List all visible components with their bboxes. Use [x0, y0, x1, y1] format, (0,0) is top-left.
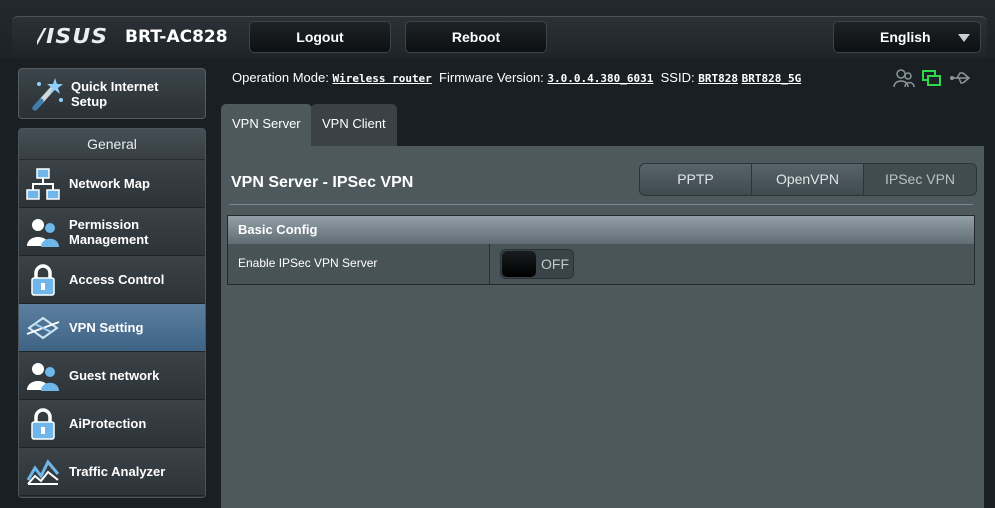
lock-icon — [31, 407, 55, 440]
table-row: Enable IPSec VPN Server OFF — [228, 244, 974, 284]
sidebar-item-access-control[interactable]: Access Control — [19, 256, 205, 304]
ssid-label: SSID: — [660, 70, 695, 85]
enable-ipsec-label: Enable IPSec VPN Server — [228, 244, 490, 284]
brand-logo: /ISUS — [34, 24, 116, 48]
basic-config-table: Basic Config Enable IPSec VPN Server OFF — [227, 215, 975, 285]
protocol-selector: PPTP OpenVPN IPSec VPN — [639, 163, 977, 196]
status-bar: Operation Mode: Wireless router Firmware… — [232, 70, 801, 85]
sidebar-item-label: AiProtection — [69, 416, 147, 431]
page-title: VPN Server - IPSec VPN — [231, 174, 414, 191]
logout-button[interactable]: Logout — [249, 21, 391, 53]
router-model: BRT-AC828 — [125, 27, 228, 47]
users-icon — [27, 218, 59, 247]
clients-icon[interactable] — [893, 68, 915, 88]
section-header: Basic Config — [228, 216, 974, 244]
content-panel: VPN Server - IPSec VPN PPTP OpenVPN IPSe… — [221, 146, 984, 508]
magic-wand-icon — [32, 77, 63, 110]
sidebar-item-network-map[interactable]: Network Map — [19, 160, 205, 208]
sidebar-item-label: Access Control — [69, 272, 165, 287]
traffic-analyzer-icon — [26, 458, 60, 485]
sidebar-item-permission-management[interactable]: Permission Management — [19, 208, 205, 256]
enable-ipsec-cell: OFF — [490, 244, 974, 284]
ssid-link-2[interactable]: BRT828_5G — [742, 72, 802, 85]
toggle-knob — [502, 251, 536, 277]
network-map-icon — [26, 167, 60, 200]
usb-icon[interactable] — [949, 68, 971, 88]
language-select[interactable]: English — [833, 21, 981, 53]
ipsec-vpn-tab[interactable]: IPSec VPN — [864, 164, 976, 195]
tab-vpn-client[interactable]: VPN Client — [311, 104, 397, 146]
firmware-link[interactable]: 3.0.0.4.380_6031 — [547, 72, 653, 85]
sidebar-item-traffic-analyzer[interactable]: Traffic Analyzer — [19, 448, 205, 496]
sidebar-item-label: Guest network — [69, 368, 160, 383]
enable-ipsec-toggle[interactable]: OFF — [500, 249, 574, 279]
lock-icon — [31, 263, 55, 296]
internet-status-icon[interactable] — [921, 68, 943, 88]
guest-network-icon — [27, 362, 59, 391]
title-divider — [229, 204, 973, 205]
sidebar-item-vpn-setting[interactable]: VPN Setting — [19, 304, 205, 352]
operation-mode-label: Operation Mode: — [232, 70, 329, 85]
chevron-down-icon — [958, 34, 970, 42]
openvpn-tab[interactable]: OpenVPN — [752, 164, 864, 195]
sidebar: General Network Map Permission Managemen… — [18, 128, 206, 498]
sidebar-item-label: Permission — [69, 216, 140, 232]
status-icons — [893, 68, 971, 88]
pptp-tab[interactable]: PPTP — [640, 164, 752, 195]
firmware-label: Firmware Version: — [439, 70, 544, 85]
sidebar-heading: General — [19, 129, 205, 160]
sidebar-item-guest-network[interactable]: Guest network — [19, 352, 205, 400]
vpn-icon — [26, 316, 60, 339]
sidebar-item-label: VPN Setting — [69, 320, 144, 335]
ssid-link-1[interactable]: BRT828 — [698, 72, 738, 85]
tab-vpn-server[interactable]: VPN Server — [221, 104, 312, 146]
operation-mode-link[interactable]: Wireless router — [332, 72, 431, 85]
sidebar-item-label: Network Map — [69, 176, 150, 191]
sidebar-item-aiprotection[interactable]: AiProtection — [19, 400, 205, 448]
quick-setup-label-2: Setup — [71, 93, 108, 109]
quick-internet-setup-button[interactable]: Quick Internet Setup — [18, 68, 206, 119]
sidebar-item-label-2: Management — [69, 231, 149, 247]
svg-text:/ISUS: /ISUS — [37, 26, 108, 46]
reboot-button[interactable]: Reboot — [405, 21, 547, 53]
toggle-state-label: OFF — [541, 256, 569, 272]
quick-setup-label: Quick Internet — [71, 78, 159, 94]
sidebar-item-label: Traffic Analyzer — [69, 464, 166, 479]
language-label: English — [880, 29, 931, 45]
